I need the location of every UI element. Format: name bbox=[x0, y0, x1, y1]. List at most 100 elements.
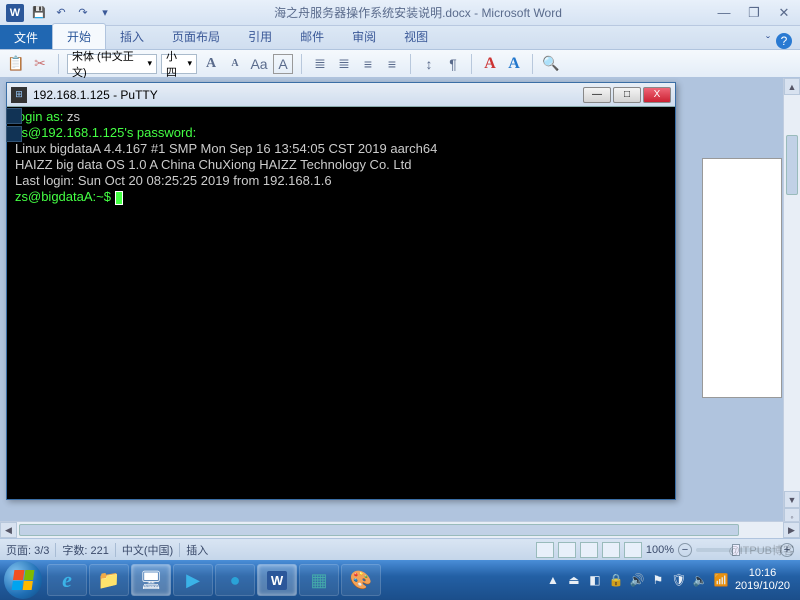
terminal-cursor bbox=[115, 191, 123, 205]
putty-minimize-button[interactable]: — bbox=[583, 87, 611, 103]
undo-icon[interactable]: ↶ bbox=[52, 4, 70, 22]
cut-icon[interactable]: ✂ bbox=[30, 54, 50, 74]
putty-app-icon: ⊞ bbox=[11, 87, 27, 103]
grow-font-icon[interactable]: A bbox=[201, 54, 221, 74]
style-quick-a-icon[interactable]: A bbox=[480, 54, 500, 74]
zoom-level[interactable]: 100% bbox=[646, 544, 674, 556]
login-prompt: login as: bbox=[15, 109, 67, 124]
tray-icon-2[interactable]: ◧ bbox=[587, 572, 603, 588]
watermark-text: @ITPUB博客 bbox=[728, 542, 794, 558]
taskbar-item-paint[interactable]: 🎨 bbox=[341, 564, 381, 596]
putty-maximize-button[interactable]: □ bbox=[613, 87, 641, 103]
minimize-button[interactable]: — bbox=[714, 5, 734, 21]
taskbar-item-word-task[interactable]: W bbox=[257, 564, 297, 596]
ribbon-collapse-icon[interactable]: ˇ bbox=[766, 34, 770, 48]
tray-icon-0[interactable]: ▲ bbox=[545, 572, 561, 588]
redo-icon[interactable]: ↷ bbox=[74, 4, 92, 22]
view-fullscreen-icon[interactable] bbox=[558, 542, 576, 558]
tray-icon-5[interactable]: ⚑ bbox=[650, 572, 666, 588]
window-controls: — ❐ ✕ bbox=[714, 5, 794, 21]
bullets-icon[interactable]: ≣ bbox=[310, 54, 330, 74]
vertical-scrollbar[interactable]: ▲ ▼ ◦ ▾ bbox=[783, 78, 800, 542]
taskbar-clock[interactable]: 10:16 2019/10/20 bbox=[735, 567, 790, 593]
document-page[interactable] bbox=[702, 158, 782, 398]
view-web-icon[interactable] bbox=[580, 542, 598, 558]
putty-window[interactable]: ⊞ 192.168.1.125 - PuTTY — □ X login as: … bbox=[6, 82, 676, 500]
clock-date: 2019/10/20 bbox=[735, 580, 790, 593]
view-draft-icon[interactable] bbox=[624, 542, 642, 558]
scroll-left-icon[interactable]: ◀ bbox=[0, 522, 17, 538]
style-change-icon[interactable]: A bbox=[504, 54, 524, 74]
vscroll-thumb[interactable] bbox=[786, 135, 798, 195]
taskbar-item-task-view[interactable]: ▦ bbox=[299, 564, 339, 596]
taskbar-item-putty-task[interactable]: 🖥 bbox=[131, 564, 171, 596]
quick-access-toolbar: 💾 ↶ ↷ ▾ bbox=[30, 4, 114, 22]
word-statusbar: 页面: 3/3 字数: 221 中文(中国) 插入 100% − + bbox=[0, 538, 800, 560]
horizontal-scrollbar[interactable]: ◀ ▶ bbox=[0, 521, 800, 538]
increase-indent-icon[interactable]: ≡ bbox=[382, 54, 402, 74]
status-page[interactable]: 页面: 3/3 bbox=[6, 542, 49, 558]
scroll-up-icon[interactable]: ▲ bbox=[784, 78, 800, 95]
putty-sysicon-1 bbox=[6, 108, 22, 124]
taskbar-item-explorer[interactable]: 📁 bbox=[89, 564, 129, 596]
tab-layout[interactable]: 页面布局 bbox=[158, 24, 234, 49]
scroll-right-icon[interactable]: ▶ bbox=[783, 522, 800, 538]
putty-titlebar[interactable]: ⊞ 192.168.1.125 - PuTTY — □ X bbox=[7, 83, 675, 107]
ribbon-tabs: 文件 开始 插入 页面布局 引用 邮件 审阅 视图 ˇ ? bbox=[0, 26, 800, 50]
word-titlebar: W 💾 ↶ ↷ ▾ 海之舟服务器操作系统安装说明.docx - Microsof… bbox=[0, 0, 800, 26]
status-word-count[interactable]: 字数: 221 bbox=[62, 542, 108, 558]
system-tray: ▲ ⏏ ◧ 🔒 🔊 ⚑ 🛡 🔈 📶 10:16 2019/10/20 bbox=[545, 567, 796, 593]
tab-mailings[interactable]: 邮件 bbox=[286, 24, 338, 49]
shrink-font-icon[interactable]: A bbox=[225, 54, 245, 74]
paste-icon[interactable]: 📋 bbox=[6, 54, 26, 74]
tray-icon-6[interactable]: 🛡 bbox=[671, 572, 687, 588]
taskbar: e📁🖥▶●W▦🎨 ▲ ⏏ ◧ 🔒 🔊 ⚑ 🛡 🔈 📶 10:16 2019/10/20 bbox=[0, 560, 800, 600]
taskbar-item-media-player[interactable]: ▶ bbox=[173, 564, 213, 596]
close-button[interactable]: ✕ bbox=[774, 5, 794, 21]
hscroll-thumb[interactable] bbox=[19, 524, 739, 536]
tab-home[interactable]: 开始 bbox=[52, 23, 106, 49]
tab-references[interactable]: 引用 bbox=[234, 24, 286, 49]
tab-review[interactable]: 审阅 bbox=[338, 24, 390, 49]
paragraph-marks-icon[interactable]: ¶ bbox=[443, 54, 463, 74]
view-outline-icon[interactable] bbox=[602, 542, 620, 558]
help-icon[interactable]: ? bbox=[776, 33, 792, 49]
sort-icon[interactable]: ↕ bbox=[419, 54, 439, 74]
numbering-icon[interactable]: ≣ bbox=[334, 54, 354, 74]
putty-sysicon-2 bbox=[6, 126, 22, 142]
maximize-button[interactable]: ❐ bbox=[744, 5, 764, 21]
terminal-line: Last login: Sun Oct 20 08:25:25 2019 fro… bbox=[15, 173, 667, 189]
view-print-layout-icon[interactable] bbox=[536, 542, 554, 558]
taskbar-item-ie[interactable]: e bbox=[47, 564, 87, 596]
tab-insert[interactable]: 插入 bbox=[106, 24, 158, 49]
tray-icon-7[interactable]: 🔈 bbox=[692, 572, 708, 588]
putty-close-button[interactable]: X bbox=[643, 87, 671, 103]
tab-view[interactable]: 视图 bbox=[390, 24, 442, 49]
find-icon[interactable]: 🔍 bbox=[541, 54, 561, 74]
tab-file[interactable]: 文件 bbox=[0, 25, 52, 49]
tray-icon-8[interactable]: 📶 bbox=[713, 572, 729, 588]
status-language[interactable]: 中文(中国) bbox=[122, 542, 173, 558]
word-app-icon: W bbox=[6, 4, 24, 22]
decrease-indent-icon[interactable]: ≡ bbox=[358, 54, 378, 74]
zoom-out-button[interactable]: − bbox=[678, 543, 692, 557]
ribbon-toolbar: 📋 ✂ 宋体 (中文正文)▾ 小四▾ A A Aa A ≣ ≣ ≡ ≡ ↕ ¶ … bbox=[0, 50, 800, 78]
terminal-body[interactable]: login as: zs zs@192.168.1.125's password… bbox=[11, 107, 671, 495]
start-button[interactable] bbox=[4, 561, 42, 599]
terminal-line: Linux bigdataA 4.4.167 #1 SMP Mon Sep 16… bbox=[15, 141, 667, 157]
font-name-select[interactable]: 宋体 (中文正文)▾ bbox=[67, 54, 157, 74]
clock-time: 10:16 bbox=[735, 567, 790, 580]
qat-more-icon[interactable]: ▾ bbox=[96, 4, 114, 22]
putty-system-icons bbox=[6, 108, 22, 142]
tray-icon-4[interactable]: 🔊 bbox=[629, 572, 645, 588]
char-border-icon[interactable]: A bbox=[273, 54, 293, 74]
scroll-down-icon[interactable]: ▼ bbox=[784, 491, 800, 508]
status-insert-mode[interactable]: 插入 bbox=[186, 542, 208, 558]
password-prompt: zs@192.168.1.125's password: bbox=[15, 125, 196, 140]
save-icon[interactable]: 💾 bbox=[30, 4, 48, 22]
taskbar-item-browser[interactable]: ● bbox=[215, 564, 255, 596]
tray-icon-1[interactable]: ⏏ bbox=[566, 572, 582, 588]
tray-icon-3[interactable]: 🔒 bbox=[608, 572, 624, 588]
change-case-icon[interactable]: Aa bbox=[249, 54, 269, 74]
font-size-select[interactable]: 小四▾ bbox=[161, 54, 197, 74]
